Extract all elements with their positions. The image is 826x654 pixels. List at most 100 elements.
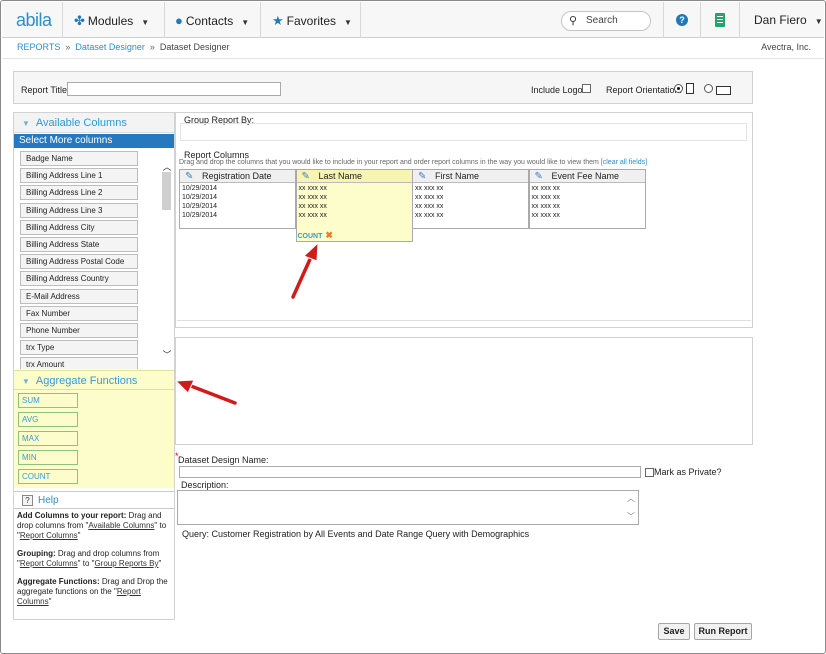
available-column-item[interactable]: Fax Number — [20, 305, 138, 321]
report-column[interactable]: ✎ Last Name xx xxx xx xx xxx xx xx xxx xx xx … — [295, 169, 413, 242]
include-logo-label: Include Logo? — [531, 85, 588, 95]
pencil-icon[interactable]: ✎ — [535, 171, 546, 182]
group-report-by-dropzone[interactable] — [180, 123, 747, 141]
report-column-name: Last Name — [318, 171, 363, 181]
question-icon: ? — [22, 495, 33, 506]
aggregate-function-max[interactable]: MAX — [18, 431, 78, 446]
available-column-item[interactable]: Billing Address Line 1 — [20, 168, 138, 184]
help-link: Group Reports By — [94, 559, 159, 568]
favorites-menu[interactable]: ★ Favorites ▼ — [272, 13, 352, 29]
clear-all-fields-link[interactable]: [clear all fields] — [601, 159, 647, 166]
pencil-icon[interactable]: ✎ — [185, 171, 196, 182]
report-column[interactable]: ✎ Registration Date 10/29/2014 10/29/2014 10… — [179, 169, 296, 229]
aggregate-functions-header[interactable]: ▼ Aggregate Functions — [14, 370, 174, 390]
help-text-span: " — [158, 559, 162, 568]
aggregate-function-min[interactable]: MIN — [18, 450, 78, 465]
mark-private-checkbox[interactable] — [645, 468, 654, 478]
description-textarea[interactable]: ︿ ﹀ — [177, 490, 639, 525]
available-column-item[interactable]: Billing Address Line 3 — [20, 202, 138, 218]
report-columns-dropzone[interactable]: ✎ Registration Date 10/29/2014 10/29/2014 10… — [179, 169, 646, 242]
available-column-item[interactable]: Billing Address State — [20, 237, 138, 252]
aggregate-function-avg[interactable]: AVG — [18, 412, 78, 427]
help-add-columns: Add Columns to your report: Drag and dro… — [17, 511, 173, 541]
aggregate-functions-list: SUM AVG MAX MIN COUNT — [14, 390, 174, 488]
available-column-item[interactable]: trx Amount — [20, 357, 138, 369]
nav-divider — [663, 2, 664, 38]
aggregate-function-count[interactable]: COUNT — [18, 469, 78, 484]
report-column-header[interactable]: ✎ Registration Date — [180, 170, 295, 183]
aggregate-function-sum[interactable]: SUM — [18, 393, 78, 408]
report-title-input[interactable] — [67, 82, 281, 96]
help-link: Report Columns — [19, 531, 78, 540]
nav-divider — [164, 2, 165, 38]
report-column-cell: xx xxx xx — [531, 203, 560, 210]
pencil-icon[interactable]: ✎ — [418, 171, 429, 182]
breadcrumb-dataset-designer[interactable]: Dataset Designer — [75, 42, 145, 52]
chevron-down-icon: ▼ — [141, 18, 150, 27]
modules-menu[interactable]: ✤ Modules ▼ — [74, 13, 149, 29]
help-aggregate: Aggregate Functions: Drag and Drop the a… — [17, 577, 173, 607]
portrait-radio[interactable] — [674, 84, 683, 93]
help-text-span: " — [77, 531, 81, 540]
available-column-item[interactable]: E-Mail Address — [20, 288, 138, 304]
report-column-header[interactable]: ✎ Last Name — [296, 170, 412, 183]
report-column-cell: xx xxx xx — [531, 185, 560, 192]
available-column-item[interactable]: trx Type — [20, 340, 138, 356]
report-column-cell: 10/29/2014 — [182, 203, 218, 210]
chevron-down-icon[interactable]: ﹀ — [161, 348, 173, 361]
scrollbar-thumb[interactable] — [162, 172, 171, 210]
user-menu[interactable]: Dan Fiero ▼ — [754, 13, 823, 27]
available-column-item[interactable]: Billing Address City — [20, 219, 138, 235]
report-column-header[interactable]: ✎ Event Fee Name — [529, 170, 645, 183]
report-column-cell: xx xxx xx — [415, 194, 444, 201]
report-settings-bar: Report Title: Include Logo? Report Orien… — [13, 71, 753, 104]
chevron-down-icon: ▼ — [241, 18, 250, 27]
help-text-span: " — [48, 597, 52, 606]
chevron-down-icon[interactable]: ﹀ — [627, 511, 635, 522]
landscape-radio[interactable] — [704, 84, 713, 93]
abila-logo[interactable]: abila — [16, 10, 52, 31]
dataset-design-name-input[interactable] — [179, 466, 641, 478]
help-title: Help — [38, 495, 59, 506]
save-button[interactable]: Save — [658, 623, 690, 640]
search-input[interactable]: ⚲ Search — [561, 11, 651, 31]
available-column-item[interactable]: Billing Address Line 2 — [20, 185, 138, 201]
header-divider — [2, 58, 824, 59]
nav-divider — [360, 2, 361, 38]
report-column-cell: xx xxx xx — [415, 185, 444, 192]
hint-text: Drag and drop the columns that you would… — [179, 159, 599, 166]
help-header[interactable]: ? Help — [14, 491, 174, 509]
help-text: Add Columns to your report: Drag and dro… — [17, 511, 173, 615]
report-column[interactable]: ✎ Event Fee Name xx xxx xx xx xxx xx xx xxx … — [528, 169, 646, 229]
report-column-cell: xx xxx xx — [298, 194, 327, 201]
available-column-item[interactable]: Billing Address Country — [20, 271, 138, 287]
mark-private-option[interactable]: Mark as Private? — [645, 467, 722, 478]
chevron-up-icon[interactable]: ︿ — [627, 493, 635, 504]
contacts-label: Contacts — [185, 14, 234, 28]
available-columns-header[interactable]: ▼ Available Columns — [14, 113, 174, 133]
available-column-item[interactable]: Phone Number — [20, 323, 138, 338]
book-icon[interactable] — [715, 13, 725, 27]
pencil-icon[interactable]: ✎ — [302, 171, 313, 182]
report-column-cell: 10/29/2014 — [182, 194, 218, 201]
breadcrumb-reports[interactable]: REPORTS — [17, 42, 60, 52]
breadcrumb-current: Dataset Designer — [159, 42, 230, 52]
report-column-cell: xx xxx xx — [298, 203, 327, 210]
contacts-menu[interactable]: ● Contacts ▼ — [175, 13, 249, 28]
help-link: Available Columns — [88, 521, 155, 530]
available-column-item[interactable]: Badge Name — [20, 151, 138, 166]
report-column-name: Event Fee Name — [551, 171, 620, 181]
available-column-item[interactable]: Billing Address Postal Code — [20, 254, 138, 270]
report-column-cell: xx xxx xx — [415, 203, 444, 210]
report-column[interactable]: ✎ First Name xx xxx xx xx xxx xx xx xxx xx xx… — [412, 169, 529, 229]
report-title-label: Report Title: — [21, 85, 70, 95]
run-report-button[interactable]: Run Report — [694, 623, 752, 640]
columns-scrollbar[interactable]: ︿ ﹀ — [161, 152, 173, 370]
help-icon[interactable]: ? — [676, 14, 688, 26]
select-more-columns[interactable]: Select More columns — [14, 134, 174, 148]
available-columns-list: Badge Name Billing Address Line 1 Billing … — [18, 151, 162, 369]
report-column-header[interactable]: ✎ First Name — [413, 170, 528, 183]
available-columns-title: Available Columns — [35, 117, 127, 129]
include-logo-checkbox[interactable] — [582, 84, 591, 93]
chevron-down-icon: ▼ — [814, 17, 823, 26]
